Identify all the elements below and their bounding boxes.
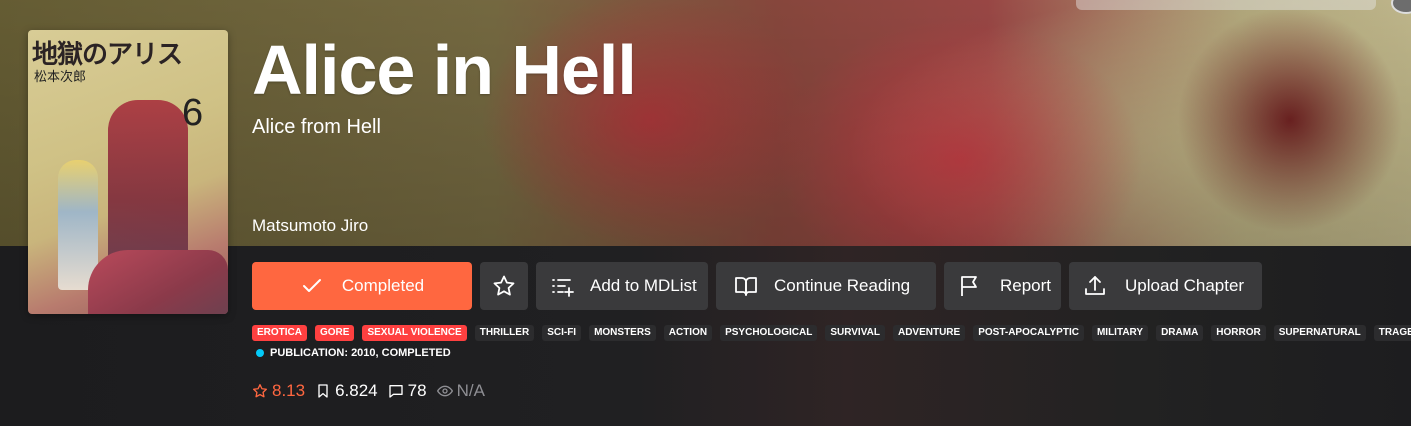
tag-psychological[interactable]: Psychological — [720, 325, 818, 341]
comments-stat[interactable]: 78 — [388, 381, 427, 401]
book-open-icon — [735, 277, 757, 296]
cover-author: 松本次郎 — [34, 69, 87, 84]
search-bar[interactable] — [1076, 0, 1376, 10]
playlist-add-icon — [552, 279, 574, 297]
tag-post-apocalyptic[interactable]: Post-Apocalyptic — [973, 325, 1084, 341]
cover-image[interactable]: 地獄のアリス 松本次郎 6 — [28, 30, 228, 314]
tag-military[interactable]: Military — [1091, 325, 1149, 341]
follows-value: 6.824 — [335, 381, 378, 400]
alt-title: Alice from Hell — [252, 116, 381, 138]
views-stat: N/A — [436, 381, 485, 401]
rating-stat[interactable]: 8.13 — [252, 381, 305, 401]
tag-monsters[interactable]: Monsters — [589, 325, 656, 341]
tag-horror[interactable]: Horror — [1211, 325, 1266, 341]
tag-action[interactable]: Action — [663, 325, 713, 341]
tag-list: Erotica Gore Sexual Violence Thriller Sc… — [252, 325, 1411, 341]
add-to-mdlist-label: Add to MDList — [590, 276, 697, 295]
comments-value: 78 — [407, 381, 427, 400]
tag-drama[interactable]: Drama — [1156, 325, 1204, 341]
completed-button[interactable]: Completed — [252, 262, 472, 310]
tag-gore[interactable]: Gore — [315, 325, 355, 341]
cover-rubble — [88, 250, 228, 314]
cover-volume: 6 — [182, 92, 204, 134]
rating-value: 8.13 — [272, 381, 306, 400]
tag-survival[interactable]: Survival — [825, 325, 885, 341]
views-value: N/A — [456, 381, 485, 400]
check-icon — [302, 279, 321, 292]
upload-icon — [1085, 276, 1105, 295]
tag-sci-fi[interactable]: Sci-Fi — [542, 325, 582, 341]
tag-adventure[interactable]: Adventure — [892, 325, 966, 341]
follows-stat: 6.824 — [315, 381, 378, 401]
completed-label: Completed — [341, 276, 425, 295]
tag-erotica[interactable]: Erotica — [252, 325, 307, 341]
flag-icon — [961, 276, 977, 296]
star-icon — [493, 275, 515, 296]
tag-supernatural[interactable]: Supernatural — [1273, 325, 1366, 341]
star-icon — [253, 384, 267, 398]
report-label: Report — [1000, 276, 1052, 295]
status-dot-icon — [256, 349, 264, 357]
comment-icon — [388, 385, 403, 398]
tag-tragedy[interactable]: Tragedy — [1373, 325, 1411, 341]
continue-reading-button[interactable]: Continue Reading — [716, 262, 936, 310]
manga-title: Alice in Hell — [252, 31, 637, 109]
report-button[interactable]: Report — [944, 262, 1061, 310]
tag-thriller[interactable]: Thriller — [474, 325, 535, 341]
bookmark-icon — [318, 384, 328, 398]
author-link[interactable]: Matsumoto Jiro — [252, 216, 368, 236]
eye-icon — [436, 385, 453, 397]
stats-row: 8.13 6.824 78 N/A — [252, 381, 485, 401]
upload-chapter-label: Upload Chapter — [1125, 276, 1245, 295]
favorite-button[interactable] — [480, 262, 528, 310]
publication-label: Publication: 2010, Completed — [270, 347, 451, 359]
add-to-mdlist-button[interactable]: Add to MDList — [536, 262, 708, 310]
publication-status: Publication: 2010, Completed — [256, 347, 451, 359]
tag-sexual-violence[interactable]: Sexual Violence — [362, 325, 467, 341]
upload-chapter-button[interactable]: Upload Chapter — [1069, 262, 1262, 310]
continue-reading-label: Continue Reading — [774, 276, 911, 295]
